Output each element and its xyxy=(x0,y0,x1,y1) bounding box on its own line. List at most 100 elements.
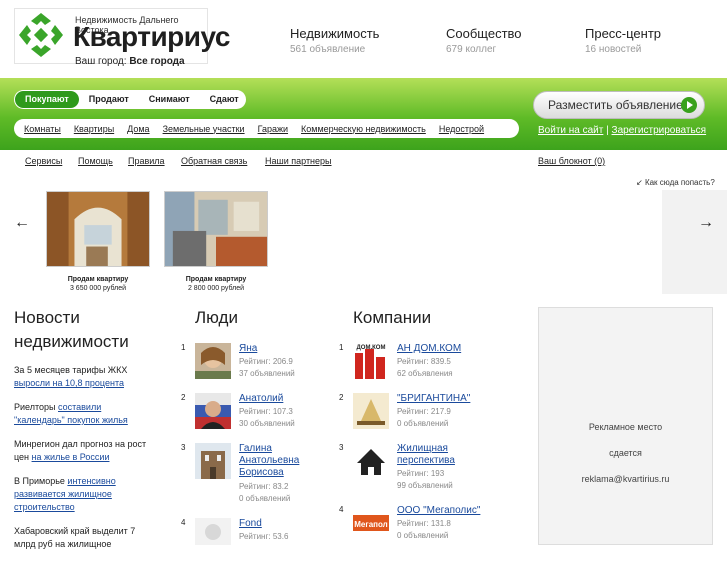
news-item: Хабаровский край выделит 7 млрд руб на ж… xyxy=(14,525,154,551)
person-count: 0 объявлений xyxy=(239,494,291,503)
company-rating: Рейтинг: 131.8 xyxy=(397,519,451,528)
news-text: В Приморье xyxy=(14,476,65,486)
person-row: 2 Анатолий Рейтинг: 107.3 30 объявлений xyxy=(181,393,321,433)
register-link[interactable]: Зарегистрироваться xyxy=(612,125,707,136)
stat-sub: 679 коллег xyxy=(446,44,497,55)
news-link[interactable]: на жилье в России xyxy=(32,452,110,462)
auth-links: Войти на сайт | Зарегистрироваться xyxy=(538,125,706,136)
person-name[interactable]: Яна xyxy=(239,343,257,355)
nav-feedback[interactable]: Обратная связь xyxy=(181,156,247,166)
deal-mode-tabs: Покупают Продают Снимают Сдают xyxy=(14,90,246,109)
category-rooms[interactable]: Комнаты xyxy=(24,124,61,134)
notebook-link[interactable]: Ваш блокнот (0) xyxy=(538,156,605,166)
avatar[interactable] xyxy=(195,443,231,479)
avatar[interactable] xyxy=(195,518,231,545)
person-name[interactable]: Галина Анатольевна Борисова xyxy=(239,443,319,479)
people-heading: Люди xyxy=(195,308,238,327)
person-row: 4 Fond Рейтинг: 53.6 xyxy=(181,518,321,545)
arrow-right-icon[interactable]: → xyxy=(698,214,714,232)
news-item: В Приморье интенсивно развивается жилищн… xyxy=(14,475,154,514)
svg-text:Мегапол: Мегапол xyxy=(354,520,388,529)
listing-photo[interactable] xyxy=(164,191,268,267)
header: Недвижимость Дальнего Востока Квартириус… xyxy=(0,0,727,90)
category-unfinished[interactable]: Недострой xyxy=(439,124,484,134)
tab-rent[interactable]: Снимают xyxy=(139,91,200,108)
tab-buy[interactable]: Покупают xyxy=(15,91,79,108)
company-rating: Рейтинг: 839.5 xyxy=(397,357,451,366)
nav-partners[interactable]: Наши партнеры xyxy=(265,156,332,166)
person-row: 1 Яна Рейтинг: 206.9 37 объявлений xyxy=(181,343,321,383)
listing-photo[interactable] xyxy=(46,191,150,267)
rank-number: 2 xyxy=(181,393,186,402)
company-row: 4 Мегапол ООО "Мегаполис" Рейтинг: 131.8… xyxy=(339,505,519,545)
listing-caption: Продам квартиру xyxy=(67,276,129,283)
post-ad-button[interactable]: Разместить объявление xyxy=(533,91,705,119)
listing-card[interactable]: Продам квартиру 2 800 000 рублей xyxy=(164,191,268,292)
person-rating: Рейтинг: 206.9 xyxy=(239,357,293,366)
company-name[interactable]: ООО "Мегаполис" xyxy=(397,505,480,517)
news-text: Риелторы xyxy=(14,402,56,412)
company-count: 62 объявления xyxy=(397,369,453,378)
company-row: 3 Жилищная перспектива Рейтинг: 193 99 о… xyxy=(339,443,519,495)
news-item: За 5 месяцев тарифы ЖКХ выросли на 10,8 … xyxy=(14,364,154,390)
person-name[interactable]: Анатолий xyxy=(239,393,283,405)
person-count: 37 объявлений xyxy=(239,369,295,378)
avatar[interactable] xyxy=(195,393,231,429)
company-rating: Рейтинг: 217.9 xyxy=(397,407,451,416)
how-to-get-here-link[interactable]: ↙ Как сюда попасть? xyxy=(636,178,715,187)
listing-card[interactable]: Продам квартиру 3 650 000 рублей xyxy=(46,191,150,292)
category-land[interactable]: Земельные участки xyxy=(163,124,245,134)
stat-community[interactable]: Сообщество 679 коллег xyxy=(446,26,522,55)
news-text: Хабаровский край выделит 7 млрд руб на ж… xyxy=(14,526,136,549)
category-commercial[interactable]: Коммерческую недвижимость xyxy=(301,124,426,134)
stat-sub: 16 новостей xyxy=(585,44,642,55)
svg-text:ДОМ.КОМ: ДОМ.КОМ xyxy=(357,345,386,351)
nav-help[interactable]: Помощь xyxy=(78,156,113,166)
company-name[interactable]: "БРИГАНТИНА" xyxy=(397,393,470,405)
nav-services[interactable]: Сервисы xyxy=(25,156,62,166)
company-logo[interactable]: ДОМ.КОМ xyxy=(353,343,389,379)
ad-email[interactable]: reklama@kvartirius.ru xyxy=(539,474,712,484)
company-logo[interactable]: Мегапол xyxy=(353,505,389,541)
ad-placeholder[interactable]: Рекламное место сдается reklama@kvartiri… xyxy=(538,307,713,545)
category-flats[interactable]: Квартиры xyxy=(74,124,114,134)
auth-separator: | xyxy=(606,125,609,136)
tab-sell[interactable]: Продают xyxy=(79,91,139,108)
person-rating: Рейтинг: 83.2 xyxy=(239,482,289,491)
company-logo[interactable] xyxy=(353,443,389,479)
stat-press[interactable]: Пресс-центр 16 новостей xyxy=(585,26,661,55)
arrow-icon: ↙ xyxy=(636,178,643,187)
news-heading: Новости недвижимости xyxy=(14,308,129,351)
company-name[interactable]: АН ДОМ.КОМ xyxy=(397,343,461,355)
logo-icon xyxy=(19,13,63,57)
stat-realty[interactable]: Недвижимость 561 объявление xyxy=(290,26,379,55)
news-item: Минрегион дал прогноз на рост цен на жил… xyxy=(14,438,154,464)
company-logo[interactable] xyxy=(353,393,389,429)
login-link[interactable]: Войти на сайт xyxy=(538,125,603,136)
stat-title: Сообщество xyxy=(446,26,522,41)
news-list: За 5 месяцев тарифы ЖКХ выросли на 10,8 … xyxy=(14,364,154,562)
city-value[interactable]: Все города xyxy=(129,56,184,67)
city-label: Ваш город: xyxy=(75,56,127,67)
listing-caption: Продам квартиру xyxy=(185,276,247,283)
news-text: За 5 месяцев тарифы ЖКХ xyxy=(14,365,128,375)
nav-rules[interactable]: Правила xyxy=(128,156,165,166)
listing-price: 3 650 000 рублей xyxy=(69,285,127,292)
ad-line1: Рекламное место xyxy=(588,422,663,432)
rank-number: 1 xyxy=(181,343,186,352)
arrow-left-icon[interactable]: ← xyxy=(14,214,30,232)
company-name[interactable]: Жилищная перспектива xyxy=(397,443,477,467)
company-rating: Рейтинг: 193 xyxy=(397,469,445,478)
city-selector[interactable]: Ваш город: Все города xyxy=(75,56,185,67)
news-link[interactable]: выросли на 10,8 процента xyxy=(14,378,124,388)
company-count: 99 объявлений xyxy=(397,481,453,490)
person-name[interactable]: Fond xyxy=(239,518,262,530)
stat-title: Недвижимость xyxy=(290,26,380,41)
tab-let[interactable]: Сдают xyxy=(200,91,249,108)
category-houses[interactable]: Дома xyxy=(127,124,149,134)
company-row: 2 "БРИГАНТИНА" Рейтинг: 217.9 0 объявлен… xyxy=(339,393,519,433)
category-garages[interactable]: Гаражи xyxy=(258,124,288,134)
rank-number: 4 xyxy=(181,518,186,527)
avatar[interactable] xyxy=(195,343,231,379)
person-row: 3 Галина Анатольевна Борисова Рейтинг: 8… xyxy=(181,443,321,505)
